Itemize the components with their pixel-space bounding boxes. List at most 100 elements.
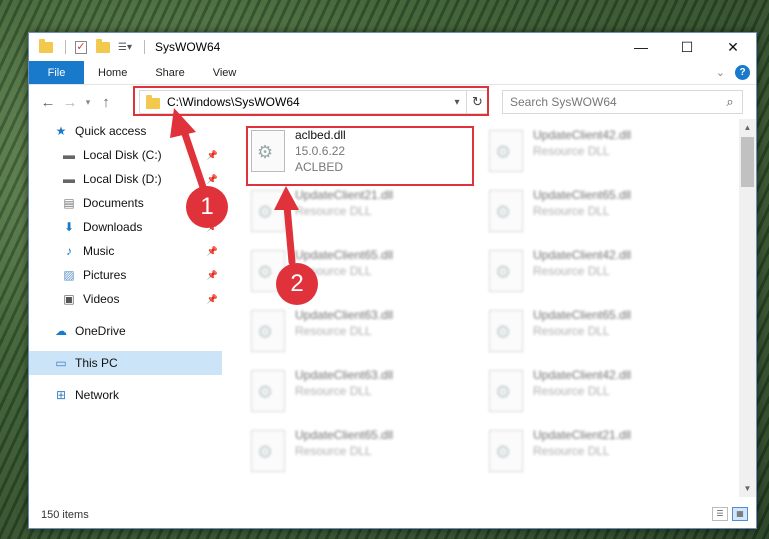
file-name: UpdateClient42.dll [533,128,632,142]
up-icon[interactable]: ↑ [95,94,117,111]
window-title: SysWOW64 [155,40,221,54]
file-name: UpdateClient65.dll [533,188,632,202]
file-item[interactable]: UpdateClient21.dll Resource DLL [485,425,713,483]
file-name: aclbed.dll [295,128,346,142]
file-item[interactable]: aclbed.dll 15.0.6.22 ACLBED [247,125,475,183]
file-name: UpdateClient65.dll [533,308,632,322]
help-icon[interactable]: ? [735,65,750,80]
file-detail: Resource DLL [533,384,610,398]
file-list: aclbed.dll 15.0.6.22 ACLBED UpdateClient42.… [247,121,737,497]
search-box[interactable]: Search SysWOW64 ⌕ [502,90,743,114]
dll-file-icon [251,190,285,232]
drive-icon: ▬ [63,172,75,186]
forward-icon[interactable]: → [59,94,81,111]
sidebar-item-label: Documents [83,196,144,210]
sidebar-item-this-pc[interactable]: ▭ This PC [29,351,222,375]
file-detail: Resource DLL [533,324,610,338]
scroll-down-icon[interactable]: ▼ [739,480,756,497]
file-item[interactable]: UpdateClient65.dll Resource DLL [485,305,713,363]
file-item[interactable]: UpdateClient63.dll Resource DLL [247,305,475,363]
tab-file[interactable]: File [29,61,84,84]
sidebar-item-local-disk-c[interactable]: ▬ Local Disk (C:) 📌 [29,143,222,167]
recent-locations-icon[interactable]: ▾ [81,97,95,108]
pin-icon[interactable]: 📌 [207,246,218,257]
new-folder-icon[interactable] [94,38,112,56]
file-detail: Resource DLL [533,264,610,278]
pin-icon[interactable]: 📌 [207,174,218,185]
sidebar-item-label: Local Disk (C:) [83,148,162,162]
file-detail: Resource DLL [295,384,372,398]
folder-icon [37,38,55,56]
divider [65,40,66,54]
file-item[interactable]: UpdateClient65.dll Resource DLL [247,425,475,483]
file-item[interactable]: UpdateClient42.dll Resource DLL [485,125,713,183]
star-icon: ★ [55,124,67,138]
file-name: UpdateClient65.dll [295,248,394,262]
file-name: UpdateClient42.dll [533,248,632,262]
file-item[interactable]: UpdateClient42.dll Resource DLL [485,365,713,423]
network-icon: ⊞ [55,388,67,402]
sidebar-item-onedrive[interactable]: ☁ OneDrive [29,319,222,343]
file-detail: Resource DLL [533,444,610,458]
scroll-thumb[interactable] [741,137,754,187]
search-input[interactable]: Search SysWOW64 [510,95,718,109]
dll-file-icon [489,130,523,172]
pin-icon[interactable]: 📌 [207,150,218,161]
file-name: UpdateClient65.dll [295,428,394,442]
downloads-icon: ⬇ [63,220,75,234]
sidebar-item-music[interactable]: ♪ Music 📌 [29,239,222,263]
file-detail: Resource DLL [295,444,372,458]
customize-toolbar-icon[interactable]: ☰▾ [116,38,134,56]
tab-view[interactable]: View [199,61,251,84]
sidebar-item-quick-access[interactable]: ★ Quick access [29,119,222,143]
tab-share[interactable]: Share [141,61,198,84]
scroll-up-icon[interactable]: ▲ [739,119,756,136]
maximize-button[interactable]: ☐ [664,33,710,61]
minimize-button[interactable]: — [618,33,664,61]
file-name: UpdateClient21.dll [533,428,632,442]
sidebar-item-videos[interactable]: ▣ Videos 📌 [29,287,222,311]
tiles-view-icon[interactable]: ▦ [732,507,748,521]
divider [144,40,145,54]
item-count: 150 items [41,508,89,521]
file-name: UpdateClient42.dll [533,368,632,382]
navigation-pane: ★ Quick access ▬ Local Disk (C:) 📌 ▬ Local D… [29,119,222,497]
pin-icon[interactable]: 📌 [207,294,218,305]
title-bar: ✓ ☰▾ SysWOW64 — ☐ ✕ [29,33,756,61]
sidebar-item-network[interactable]: ⊞ Network [29,383,222,407]
sidebar-item-label: Quick access [75,124,147,138]
window-controls: — ☐ ✕ [618,33,756,61]
file-item[interactable]: UpdateClient65.dll Resource DLL [485,185,713,243]
sidebar-item-label: Pictures [83,268,127,282]
file-name: UpdateClient63.dll [295,368,394,382]
dll-file-icon [489,430,523,472]
dll-file-icon [251,310,285,352]
file-item[interactable]: UpdateClient21.dll Resource DLL [247,185,475,243]
folder-icon [146,95,160,109]
file-detail: Resource DLL [533,144,610,158]
address-bar[interactable]: C:\Windows\SysWOW64 ▾ [139,90,467,114]
music-icon: ♪ [66,244,72,258]
drive-icon: ▬ [63,148,75,162]
sidebar-item-local-disk-d[interactable]: ▬ Local Disk (D:) 📌 [29,167,222,191]
refresh-button[interactable]: ↻ [467,90,489,114]
file-detail: Resource DLL [295,324,372,338]
expand-ribbon-icon[interactable]: ⌄ [716,66,725,79]
view-buttons: ☰ ▦ [712,507,748,521]
search-icon: ⌕ [726,94,734,109]
vertical-scrollbar[interactable]: ▲ ▼ [739,119,756,497]
pin-icon[interactable]: 📌 [207,270,218,281]
file-item[interactable]: UpdateClient63.dll Resource DLL [247,365,475,423]
navigation-bar: ← → ▾ ↑ C:\Windows\SysWOW64 ▾ ↻ Search S… [29,85,756,119]
close-button[interactable]: ✕ [710,33,756,61]
details-view-icon[interactable]: ☰ [712,507,728,521]
sidebar-item-pictures[interactable]: ▨ Pictures 📌 [29,263,222,287]
back-icon[interactable]: ← [37,94,59,111]
sidebar-item-label: Music [83,244,115,258]
properties-icon[interactable]: ✓ [72,38,90,56]
chevron-down-icon[interactable]: ▾ [448,97,466,108]
sidebar-item-label: Network [75,388,120,402]
dll-file-icon [489,190,523,232]
tab-home[interactable]: Home [84,61,141,84]
file-item[interactable]: UpdateClient42.dll Resource DLL [485,245,713,303]
